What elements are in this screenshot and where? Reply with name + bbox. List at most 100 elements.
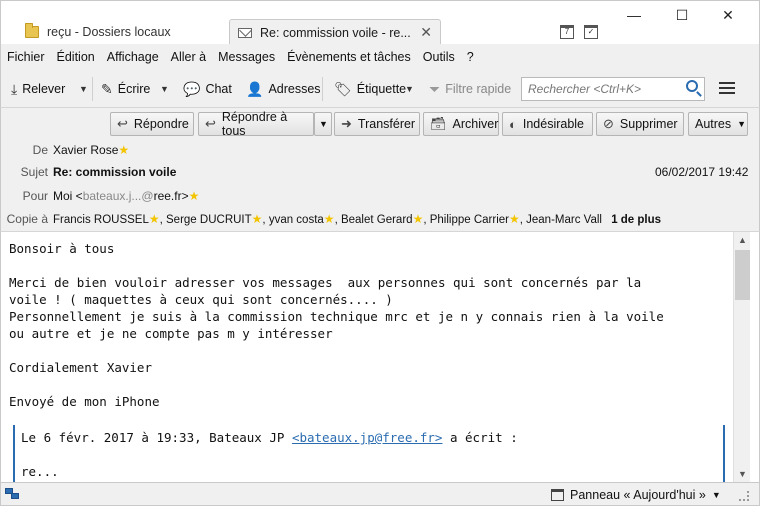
forward-icon: ➜ [341, 116, 352, 131]
star-icon[interactable]: ★ [149, 212, 160, 226]
today-pane-toggle[interactable]: Panneau « Aujourd'hui » ▼ [551, 488, 721, 502]
resize-grip[interactable] [739, 491, 749, 501]
delete-button[interactable]: ⊘ Supprimer [596, 112, 684, 136]
menu-aide[interactable]: ? [467, 50, 474, 64]
status-bar: Panneau « Aujourd'hui » ▼ [0, 482, 760, 506]
cc-recipient[interactable]: Philippe Carrier [430, 214, 509, 226]
star-icon[interactable]: ★ [118, 143, 129, 157]
tab-label: reçu - Dossiers locaux [47, 25, 171, 39]
cc-recipient[interactable]: Francis ROUSSEL [53, 214, 149, 226]
body-sent-from: Envoyé de mon iPhone [9, 394, 160, 409]
close-window-button[interactable]: ✕ [713, 7, 743, 24]
menu-evenements[interactable]: Évènements et tâches [287, 50, 411, 64]
calendar-icon[interactable]: 7 [560, 25, 574, 39]
body-greeting: Bonsoir à tous [9, 241, 115, 256]
vertical-scrollbar[interactable]: ▲ ▼ [733, 232, 750, 482]
pencil-icon: ✎ [101, 80, 113, 97]
menu-outils[interactable]: Outils [423, 50, 455, 64]
write-button[interactable]: ✎ Écrire [101, 78, 150, 100]
window-edge [750, 232, 760, 482]
archive-icon: 🗃 [430, 116, 447, 131]
to-value[interactable]: Moi <bateaux.j...@ree.fr>★ [53, 189, 199, 203]
scroll-down-icon[interactable]: ▼ [734, 466, 751, 482]
get-mail-button[interactable]: ⤓ Relever [11, 78, 65, 100]
reply-all-button[interactable]: ↩ Répondre à tous [198, 110, 314, 138]
junk-button[interactable]: ◐ Indésirable [502, 112, 593, 136]
menu-bar: Fichier Édition Affichage Aller à Messag… [0, 44, 760, 70]
mail-icon [238, 27, 252, 38]
cc-recipient[interactable]: Bealet Gerard [341, 214, 413, 226]
tab-label: Re: commission voile - re... [260, 25, 411, 40]
chat-button[interactable]: 💬 Chat [183, 78, 232, 100]
forward-button[interactable]: ➜ Transférer [334, 112, 420, 136]
reply-button[interactable]: ↩ Répondre [110, 112, 194, 136]
network-status-icon[interactable] [5, 488, 21, 500]
tag-dropdown[interactable]: ▼ [405, 78, 414, 100]
menu-fichier[interactable]: Fichier [7, 50, 45, 64]
menu-edition[interactable]: Édition [57, 50, 95, 64]
star-icon[interactable]: ★ [509, 212, 520, 226]
star-icon[interactable]: ★ [324, 212, 335, 226]
cc-recipient[interactable]: yvan costa [269, 214, 324, 226]
scroll-thumb[interactable] [735, 250, 750, 300]
flame-icon: ◐ [509, 116, 517, 132]
reply-all-dropdown[interactable]: ▼ [314, 112, 332, 136]
close-tab-icon[interactable]: ✕ [420, 24, 432, 41]
star-icon[interactable]: ★ [413, 212, 424, 226]
cc-recipient[interactable]: Serge DUCRUIT [166, 214, 252, 226]
tab-message[interactable]: Re: commission voile - re... ✕ [229, 19, 441, 45]
star-icon[interactable]: ★ [252, 212, 263, 226]
message-body: Bonsoir à tous Merci de bien vouloir adr… [0, 232, 733, 482]
search-icon[interactable] [686, 80, 698, 92]
reply-icon: ↩ [117, 116, 128, 131]
quote-text: re... [21, 464, 59, 479]
star-icon[interactable]: ★ [189, 189, 200, 203]
body-signoff: Cordialement Xavier [9, 360, 152, 375]
quoted-message: Le 6 févr. 2017 à 19:33, Bateaux JP <bat… [13, 425, 725, 482]
archive-button[interactable]: 🗃 Archiver [423, 112, 499, 136]
address-book-button[interactable]: 👤 Adresses [246, 78, 321, 100]
reply-all-icon: ↩ [205, 116, 216, 131]
menu-affichage[interactable]: Affichage [107, 50, 159, 64]
from-label: De [32, 143, 48, 157]
prohibited-icon: ⊘ [603, 116, 614, 131]
chevron-down-icon: ▼ [737, 119, 747, 129]
quick-filter-button[interactable]: ⏷ Filtre rapide [429, 78, 511, 100]
message-date: 06/02/2017 19:42 [655, 165, 749, 179]
chevron-down-icon: ▼ [711, 490, 721, 500]
cc-label: Copie à [6, 212, 48, 226]
cc-more-link[interactable]: 1 de plus [611, 214, 661, 226]
cc-list: Francis ROUSSEL★, Serge DUCRUIT★, yvan c… [53, 212, 662, 226]
write-dropdown[interactable]: ▼ [160, 78, 169, 100]
get-mail-dropdown[interactable]: ▼ [79, 78, 88, 100]
to-label: Pour [22, 189, 48, 203]
body-paragraph: Merci de bien vouloir adresser vos messa… [9, 275, 664, 341]
filter-icon: ⏷ [429, 80, 441, 97]
subject-value: Re: commission voile [53, 165, 177, 179]
folder-icon [25, 23, 39, 38]
search-input[interactable]: Rechercher <Ctrl+K> [521, 77, 705, 101]
title-bar: reçu - Dossiers locaux Re: commission vo… [0, 0, 760, 45]
maximize-button[interactable]: ☐ [667, 7, 697, 24]
tag-button[interactable]: 🏷 Étiquette [334, 78, 406, 100]
tag-icon: 🏷 [334, 80, 352, 97]
quote-header: Le 6 févr. 2017 à 19:33, Bateaux JP <bat… [21, 430, 518, 445]
menu-aller[interactable]: Aller à [171, 50, 206, 64]
scroll-up-icon[interactable]: ▲ [734, 232, 751, 248]
chat-bubble-icon: 💬 [183, 80, 201, 97]
menu-messages[interactable]: Messages [218, 50, 275, 64]
separator [92, 77, 93, 101]
menu-icon[interactable] [719, 82, 735, 97]
separator [322, 77, 323, 101]
from-value[interactable]: Xavier Rose★ [53, 143, 129, 157]
calendar-icon [551, 489, 564, 501]
download-icon: ⤓ [11, 80, 18, 97]
minimize-button[interactable]: — [619, 7, 649, 23]
subject-label: Sujet [20, 165, 48, 179]
tasks-icon[interactable]: ✓ [584, 25, 598, 39]
quote-email-link[interactable]: <bateaux.jp@free.fr> [292, 430, 443, 445]
person-icon: 👤 [246, 80, 264, 97]
more-button[interactable]: Autres ▼ [688, 112, 748, 136]
tab-folder[interactable]: reçu - Dossiers locaux [17, 19, 229, 45]
cc-recipient[interactable]: Jean-Marc Vall [526, 214, 602, 226]
